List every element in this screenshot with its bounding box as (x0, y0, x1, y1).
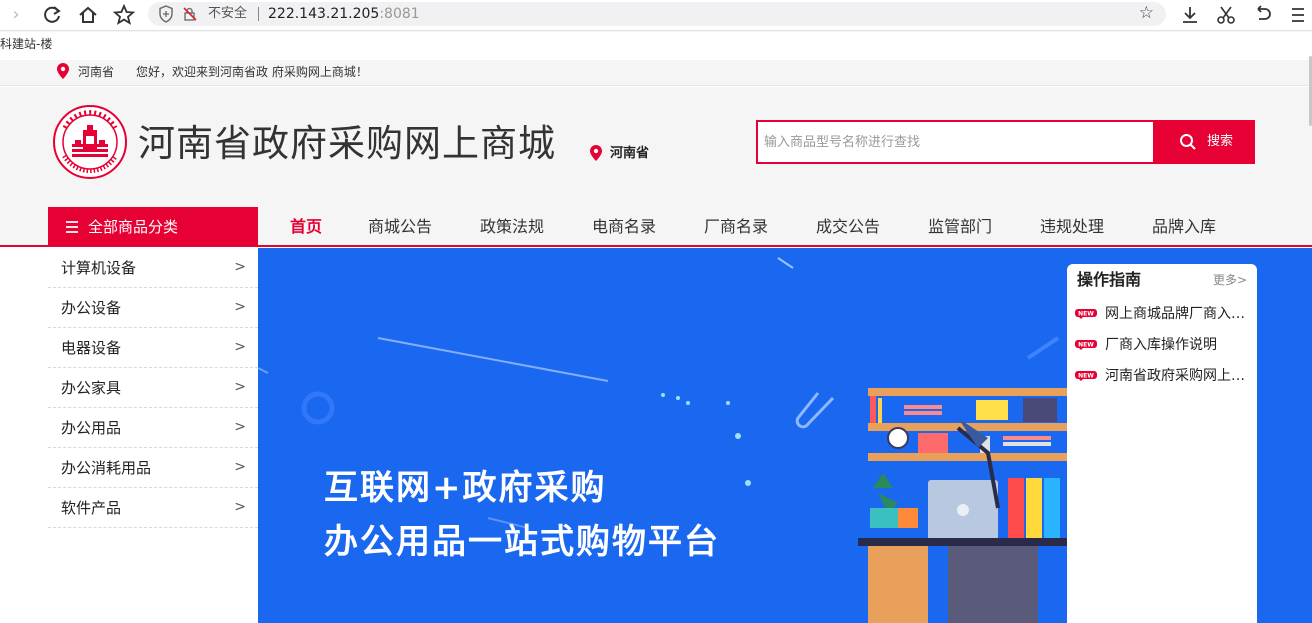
url-host: 222.143.21.205 (268, 6, 380, 22)
location-pin-icon (57, 63, 69, 79)
web-page: 河南省 您好，欢迎来到河南省政 府采购网上商城！ 河南省政府采购网上商城 河南省 (0, 56, 1312, 623)
guide-item[interactable]: NEW 河南省政府采购网上商城 (1075, 366, 1251, 386)
bookmarks-bar: 科建站-楼 (0, 32, 1312, 56)
nav-ecommerce-directory[interactable]: 电商名录 (592, 207, 656, 247)
search-button[interactable]: 搜索 (1153, 120, 1255, 164)
category-label: 计算机设备 (61, 259, 137, 277)
nav-brand-listing[interactable]: 品牌入库 (1152, 207, 1216, 247)
province-label[interactable]: 河南省 (78, 65, 114, 80)
category-label: 办公用品 (61, 419, 122, 437)
welcome-text: 您好，欢迎来到河南省政 府采购网上商城！ (136, 65, 368, 79)
url-port: :8081 (379, 6, 420, 22)
download-icon[interactable] (1178, 3, 1202, 27)
divider (258, 7, 259, 21)
scissors-icon[interactable] (1214, 3, 1238, 27)
nav-policies[interactable]: 政策法规 (480, 207, 544, 247)
search-input[interactable] (764, 122, 1154, 162)
category-item[interactable]: 办公用品 > (48, 408, 258, 448)
new-badge-icon: NEW (1075, 371, 1097, 381)
category-item[interactable]: 办公设备 > (48, 288, 258, 328)
new-badge-icon: NEW (1075, 309, 1097, 319)
guide-item[interactable]: NEW 厂商入库操作说明 (1075, 335, 1251, 355)
insecure-lock-icon[interactable] (182, 6, 198, 22)
forward-icon[interactable]: › (4, 3, 28, 27)
all-categories-label: 全部商品分类 (88, 218, 179, 236)
site-title[interactable]: 河南省政府采购网上商城 (138, 121, 556, 167)
site-header: 河南省政府采购网上商城 河南省 搜索 (0, 87, 1312, 207)
category-label: 办公家具 (61, 379, 122, 397)
top-bar: 河南省 您好，欢迎来到河南省政 府采购网上商城！ (0, 60, 1312, 86)
guide-title: 操作指南 (1077, 270, 1142, 289)
banner-subheadline: 办公用品一站式购物平台 (324, 522, 720, 562)
guide-item-text: 厂商入库操作说明 (1105, 337, 1217, 353)
nav-deal-announcements[interactable]: 成交公告 (816, 207, 880, 247)
category-label: 软件产品 (61, 499, 122, 517)
category-item[interactable]: 办公家具 > (48, 368, 258, 408)
all-categories-button[interactable]: 全部商品分类 (48, 207, 258, 247)
category-label: 电器设备 (61, 339, 122, 357)
category-item[interactable]: 软件产品 > (48, 488, 258, 528)
undo-icon[interactable] (1250, 3, 1274, 27)
security-label: 不安全 (208, 6, 248, 21)
category-item[interactable]: 电器设备 > (48, 328, 258, 368)
guide-more-link[interactable]: 更多> (1213, 273, 1247, 288)
category-label: 办公设备 (61, 299, 122, 317)
government-seal-logo[interactable] (52, 104, 128, 180)
url-text[interactable]: 222.143.21.205:8081 (268, 5, 420, 23)
guide-item-text: 河南省政府采购网上商城 (1105, 368, 1251, 384)
main-nav: 全部商品分类 首页 商城公告 政策法规 电商名录 厂商名录 成交公告 监管部门 … (0, 207, 1312, 247)
nav-home[interactable]: 首页 (290, 207, 322, 247)
nav-manufacturer-directory[interactable]: 厂商名录 (704, 207, 768, 247)
category-item[interactable]: 办公消耗用品 > (48, 448, 258, 488)
region-selector[interactable]: 河南省 (610, 146, 649, 162)
nav-regulators[interactable]: 监管部门 (928, 207, 992, 247)
chevron-right-icon: > (234, 459, 246, 475)
new-badge-text: NEW (1078, 311, 1094, 318)
guide-item[interactable]: NEW 网上商城品牌厂商入库说明 (1075, 304, 1251, 324)
bookmark-item[interactable]: 科建站-楼 (0, 36, 52, 52)
location-pin-icon (590, 145, 602, 161)
category-label: 办公消耗用品 (61, 459, 152, 477)
search-icon (1180, 134, 1196, 150)
home-icon[interactable] (76, 3, 100, 27)
browser-toolbar: › 不安全 222.143.21.205:8081 ☆ (0, 0, 1312, 31)
favorite-star-icon[interactable]: ☆ (1139, 3, 1154, 23)
new-badge-text: NEW (1078, 342, 1094, 349)
guide-item-text: 网上商城品牌厂商入库说明 (1105, 306, 1251, 322)
new-badge-text: NEW (1078, 373, 1094, 380)
address-bar[interactable]: 不安全 222.143.21.205:8081 ☆ (148, 2, 1166, 26)
reload-icon[interactable] (40, 3, 64, 27)
hamburger-icon (66, 221, 78, 233)
bookmark-star-icon[interactable] (112, 3, 136, 27)
chevron-right-icon: > (234, 419, 246, 435)
search-button-label: 搜索 (1207, 134, 1234, 149)
category-item[interactable]: 计算机设备 > (48, 248, 258, 288)
operation-guide-panel: 操作指南 更多> NEW 网上商城品牌厂商入库说明 NEW 厂商入库操作说明 N… (1067, 264, 1257, 623)
chevron-right-icon: > (234, 339, 246, 355)
search-box: 搜索 (756, 120, 1255, 164)
menu-icon[interactable] (1286, 3, 1310, 27)
chevron-right-icon: > (234, 379, 246, 395)
chevron-right-icon: > (234, 499, 246, 515)
category-sidebar: 计算机设备 > 办公设备 > 电器设备 > 办公家具 > 办公用品 > 办公消耗… (48, 248, 258, 623)
shield-icon[interactable] (158, 5, 174, 23)
nav-violations[interactable]: 违规处理 (1040, 207, 1104, 247)
new-badge-icon: NEW (1075, 340, 1097, 350)
nav-announcements[interactable]: 商城公告 (368, 207, 432, 247)
chevron-right-icon: > (234, 299, 246, 315)
banner-headline: 互联网+政府采购 (324, 468, 607, 508)
chevron-right-icon: > (234, 259, 246, 275)
